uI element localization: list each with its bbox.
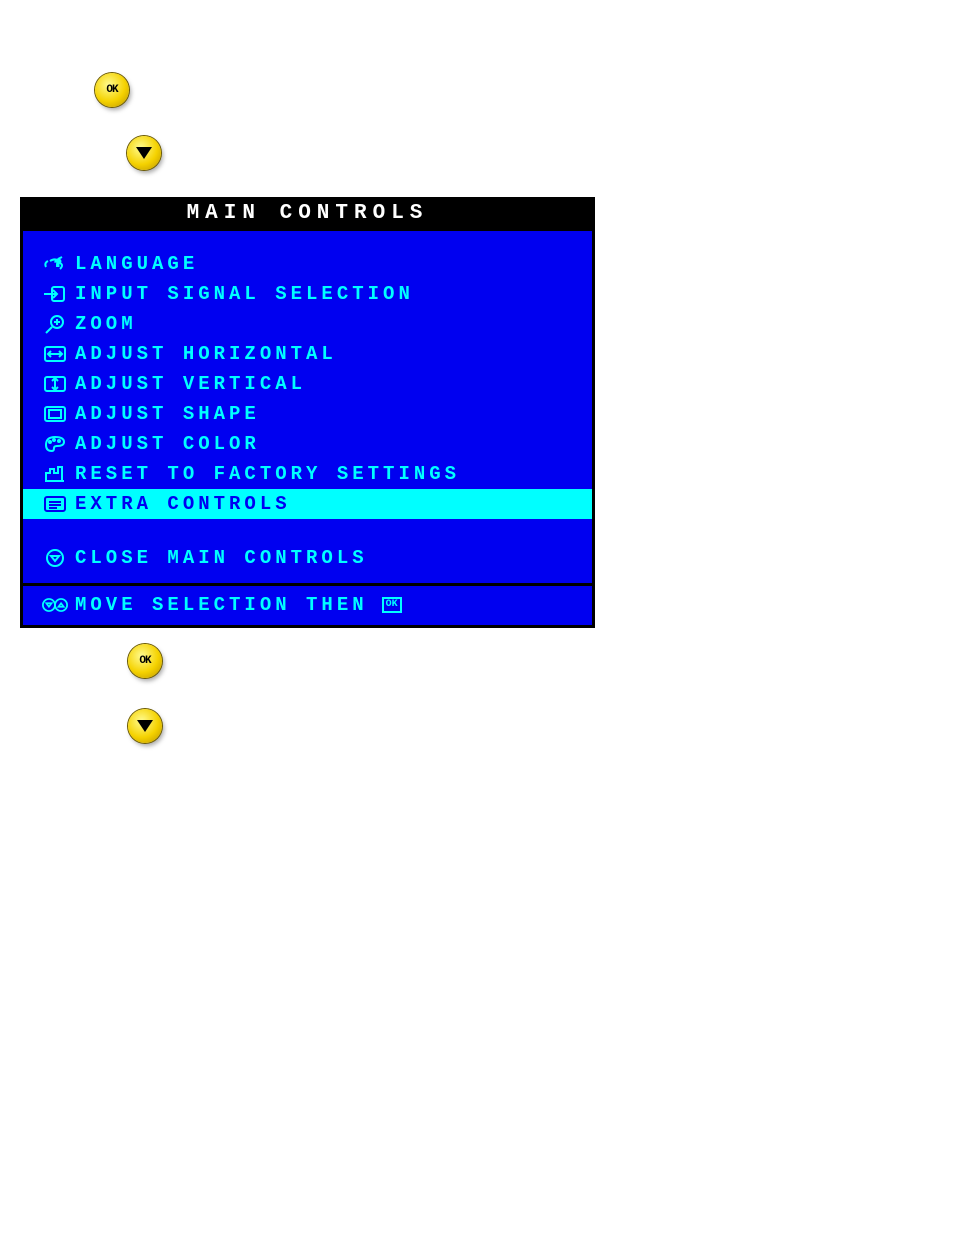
zoom-icon	[35, 313, 75, 335]
svg-text:?: ?	[55, 259, 65, 270]
menu-item-adjust-color[interactable]: ADJUST COLOR	[23, 429, 592, 459]
menu-item-label: RESET TO FACTORY SETTINGS	[75, 463, 592, 485]
menu-item-label: CLOSE MAIN CONTROLS	[75, 547, 592, 569]
osd-menu-body: ? LANGUAGE INPUT SIGNAL SELECTION ZOOM	[23, 231, 592, 583]
osd-panel: MAIN CONTROLS ? LANGUAGE INPUT SIGNAL SE…	[20, 197, 595, 628]
menu-item-zoom[interactable]: ZOOM	[23, 309, 592, 339]
adjust-shape-icon	[35, 403, 75, 425]
ok-icon: OK	[139, 655, 150, 667]
menu-item-label: ADJUST HORIZONTAL	[75, 343, 592, 365]
menu-item-adjust-vertical[interactable]: ADJUST VERTICAL	[23, 369, 592, 399]
menu-item-close[interactable]: CLOSE MAIN CONTROLS	[23, 543, 592, 573]
ok-icon: OK	[106, 84, 117, 96]
ok-button[interactable]: OK	[128, 644, 162, 678]
menu-item-label: ADJUST COLOR	[75, 433, 592, 455]
menu-item-adjust-shape[interactable]: ADJUST SHAPE	[23, 399, 592, 429]
menu-item-label: INPUT SIGNAL SELECTION	[75, 283, 592, 305]
down-button[interactable]	[128, 709, 162, 743]
menu-item-label: ADJUST SHAPE	[75, 403, 592, 425]
osd-title: MAIN CONTROLS	[23, 200, 592, 231]
adjust-horizontal-icon	[35, 343, 75, 365]
menu-item-input-signal[interactable]: INPUT SIGNAL SELECTION	[23, 279, 592, 309]
factory-reset-icon	[35, 463, 75, 485]
menu-item-adjust-horizontal[interactable]: ADJUST HORIZONTAL	[23, 339, 592, 369]
menu-item-language[interactable]: ? LANGUAGE	[23, 249, 592, 279]
footer-text: MOVE SELECTION THEN	[75, 594, 368, 616]
menu-item-label: LANGUAGE	[75, 253, 592, 275]
menu-item-reset-factory[interactable]: RESET TO FACTORY SETTINGS	[23, 459, 592, 489]
triangle-down-icon	[137, 720, 153, 732]
menu-item-extra-controls[interactable]: EXTRA CONTROLS	[23, 489, 592, 519]
menu-item-label: EXTRA CONTROLS	[75, 493, 592, 515]
menu-item-label: ADJUST VERTICAL	[75, 373, 592, 395]
ok-button[interactable]: OK	[95, 73, 129, 107]
up-down-nav-icon	[35, 594, 75, 616]
ok-icon: OK	[382, 597, 402, 613]
menu-item-label: ZOOM	[75, 313, 592, 335]
language-icon: ?	[35, 253, 75, 275]
adjust-color-icon	[35, 433, 75, 455]
close-menu-icon	[35, 547, 75, 569]
adjust-vertical-icon	[35, 373, 75, 395]
osd-footer: MOVE SELECTION THEN OK	[23, 583, 592, 625]
extra-controls-icon	[35, 493, 75, 515]
triangle-down-icon	[136, 147, 152, 159]
input-signal-icon	[35, 283, 75, 305]
down-button[interactable]	[127, 136, 161, 170]
